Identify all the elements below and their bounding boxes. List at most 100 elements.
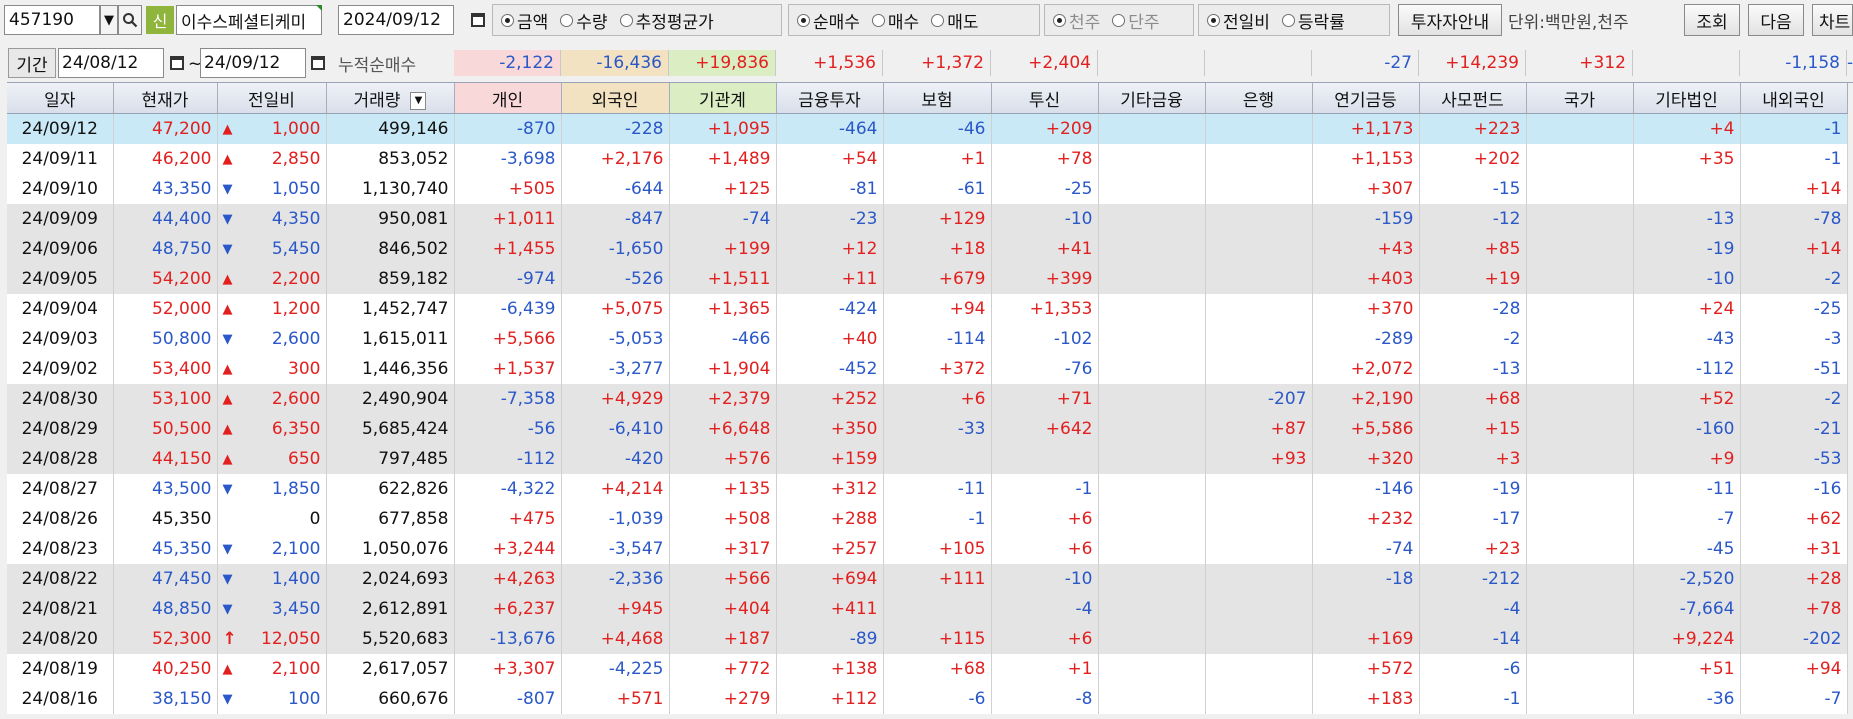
table-row[interactable]: 24/09/02 53,400 ▲ 300 1,446,356 +1,537 -3,277 +… — [7, 354, 1848, 384]
table-row[interactable]: 24/09/10 43,350 ▼ 1,050 1,130,740 +505 -644 +12… — [7, 174, 1848, 204]
sort-dropdown-icon[interactable]: ▼ — [410, 91, 427, 110]
table-row[interactable]: 24/08/30 53,100 ▲ 2,600 2,490,904 -7,358 +4,92… — [7, 384, 1848, 414]
start-calendar-button[interactable] — [165, 48, 189, 78]
cell-change: ▼ 3,450 — [217, 594, 327, 624]
cell-insurance: +68 — [883, 654, 992, 684]
column-header-foreign[interactable]: 외국인 — [561, 83, 670, 114]
column-header-bank[interactable]: 은행 — [1205, 83, 1313, 114]
cell-inner-foreign: +94 — [1740, 654, 1848, 684]
column-header-date[interactable]: 일자 — [7, 83, 114, 114]
cell-volume: 1,050,076 — [326, 534, 455, 564]
table-row[interactable]: 24/08/22 47,450 ▼ 1,400 2,024,693 +4,263 -2,33… — [7, 564, 1848, 594]
cell-change: ▼ 4,350 — [217, 204, 327, 234]
stock-code-input[interactable]: 457190 — [4, 5, 100, 35]
column-header-price[interactable]: 현재가 — [113, 83, 218, 114]
cell-other-corp: -7,664 — [1633, 594, 1741, 624]
cell-financial-invest: -81 — [776, 174, 884, 204]
cell-insurance: +105 — [883, 534, 992, 564]
column-header-financial-invest[interactable]: 금융투자 — [776, 83, 884, 114]
column-header-label: 기타금융 — [1120, 90, 1183, 111]
column-header-individual[interactable]: 개인 — [454, 83, 562, 114]
calendar-button[interactable] — [466, 5, 490, 35]
search-button[interactable] — [118, 5, 142, 35]
start-date-input[interactable]: 24/08/12 — [58, 48, 164, 78]
option-single-shares-label: 단주 — [1128, 12, 1160, 33]
column-header-other-corp[interactable]: 기타법인 — [1633, 83, 1741, 114]
option-quantity[interactable]: 수량 — [560, 8, 608, 33]
table-row[interactable]: 24/09/09 44,400 ▼ 4,350 950,081 +1,011 -847 -74… — [7, 204, 1848, 234]
option-amount[interactable]: 금액 — [501, 8, 548, 33]
cell-other-corp: -43 — [1633, 324, 1741, 354]
cell-volume: 677,858 — [326, 504, 455, 534]
table-row[interactable]: 24/09/03 50,800 ▼ 2,600 1,615,011 +5,566 -5,05… — [7, 324, 1848, 354]
table-row[interactable]: 24/09/04 52,000 ▲ 1,200 1,452,747 -6,439 +5,07… — [7, 294, 1848, 324]
cell-volume: 622,826 — [326, 474, 455, 504]
cell-private-fund: +202 — [1419, 144, 1527, 174]
column-header-institution[interactable]: 기관계 — [669, 83, 777, 114]
column-header-change[interactable]: 전일비 — [217, 83, 327, 114]
investor-info-button[interactable]: 투자자안내 — [1398, 4, 1502, 36]
query-button[interactable]: 조회 — [1684, 4, 1740, 36]
option-prev-diff[interactable]: 전일비 — [1207, 8, 1270, 33]
table-row[interactable]: 24/09/05 54,200 ▲ 2,200 859,182 -974 -526 +1,51… — [7, 264, 1848, 294]
cell-other-finance — [1098, 654, 1206, 684]
table-row[interactable]: 24/09/06 48,750 ▼ 5,450 846,502 +1,455 -1,650 +… — [7, 234, 1848, 264]
table-row[interactable]: 24/08/26 45,350 0 677,858 +475 -1,039 +508 +288… — [7, 504, 1848, 534]
cell-insurance: -6 — [883, 684, 992, 714]
cell-other-finance — [1098, 504, 1206, 534]
chart-button[interactable]: 차트 — [1812, 4, 1853, 36]
cell-insurance: +679 — [883, 264, 992, 294]
cell-change: ▲ 300 — [217, 354, 327, 384]
cell-foreign: -847 — [561, 204, 670, 234]
table-row[interactable]: 24/08/16 38,150 ▼ 100 660,676 -807 +571 +279 +11… — [7, 684, 1848, 714]
table-row[interactable]: 24/08/19 40,250 ▲ 2,100 2,617,057 +3,307 -4,22… — [7, 654, 1848, 684]
cell-other-corp: -19 — [1633, 234, 1741, 264]
end-calendar-button[interactable] — [306, 48, 330, 78]
column-header-pension[interactable]: 연기금등 — [1312, 83, 1420, 114]
option-sell[interactable]: 매도 — [931, 8, 978, 33]
next-button[interactable]: 다음 — [1748, 4, 1804, 36]
option-buy[interactable]: 매수 — [871, 8, 919, 33]
column-header-label: 기타법인 — [1655, 90, 1718, 111]
trade-side-group: 순매수 매수 매도 — [788, 4, 1040, 36]
column-header-private-fund[interactable]: 사모펀드 — [1419, 83, 1527, 114]
code-dropdown-button[interactable]: ▼ — [100, 5, 118, 35]
column-header-trust[interactable]: 투신 — [991, 83, 1099, 114]
column-header-volume[interactable]: 거래량 ▼ — [326, 83, 455, 114]
corner-flag-icon — [316, 5, 322, 11]
column-header-insurance[interactable]: 보험 — [883, 83, 992, 114]
date-input[interactable]: 2024/09/12 — [338, 5, 454, 35]
end-date-input[interactable]: 24/09/12 — [200, 48, 306, 78]
cell-financial-invest: -23 — [776, 204, 884, 234]
change-wrapper: ▲ 2,100 — [220, 659, 321, 679]
option-net-buy[interactable]: 순매수 — [797, 8, 860, 33]
cell-foreign: -644 — [561, 174, 670, 204]
option-avg-price[interactable]: 추정평균가 — [619, 8, 714, 33]
table-row[interactable]: 24/08/20 52,300 ↑ 12,050 5,520,683 -13,676 +4,… — [7, 624, 1848, 654]
column-header-other-finance[interactable]: 기타금융 — [1098, 83, 1206, 114]
cell-bank — [1205, 264, 1313, 294]
table-row[interactable]: 24/08/23 45,350 ▼ 2,100 1,050,076 +3,244 -3,54… — [7, 534, 1848, 564]
column-header-nation[interactable]: 국가 — [1526, 83, 1634, 114]
table-row[interactable]: 24/08/29 50,500 ▲ 6,350 5,685,424 -56 -6,410 +6… — [7, 414, 1848, 444]
cell-foreign: -1,650 — [561, 234, 670, 264]
table-row[interactable]: 24/08/28 44,150 ▲ 650 797,485 -112 -420 +576 +15… — [7, 444, 1848, 474]
table-row[interactable]: 24/08/21 48,850 ▼ 3,450 2,612,891 +6,237 +945 +… — [7, 594, 1848, 624]
cell-institution: +279 — [669, 684, 777, 714]
option-change-rate[interactable]: 등락률 — [1281, 8, 1345, 33]
cell-bank — [1205, 624, 1313, 654]
cell-trust: +78 — [991, 144, 1099, 174]
column-header-inner-foreign[interactable]: 내외국인 — [1740, 83, 1848, 114]
table-row[interactable]: 24/08/27 43,500 ▼ 1,850 622,826 -4,322 +4,214 +… — [7, 474, 1848, 504]
cell-change: ▲ 6,350 — [217, 414, 327, 444]
table-row[interactable]: 24/09/11 46,200 ▲ 2,850 853,052 -3,698 +2,176 +… — [7, 144, 1848, 174]
option-thousand-shares[interactable]: 천주 — [1053, 8, 1100, 33]
table-row[interactable]: 24/09/12 47,200 ▲ 1,000 499,146 -870 -228 +1,09… — [7, 113, 1848, 144]
investor-data-grid[interactable]: 일자 현재가 전일비 거래량 ▼ 개인 외국인 기관계 금융투자 보험 투신 기타금융 은행 연기금등 사모… — [7, 82, 1853, 719]
cell-other-finance — [1098, 534, 1206, 564]
search-icon — [123, 13, 138, 28]
change-value: 1,200 — [271, 299, 321, 319]
change-value: 6,350 — [271, 419, 321, 439]
option-single-shares[interactable]: 단주 — [1112, 8, 1160, 33]
cell-trust: +71 — [991, 384, 1099, 414]
